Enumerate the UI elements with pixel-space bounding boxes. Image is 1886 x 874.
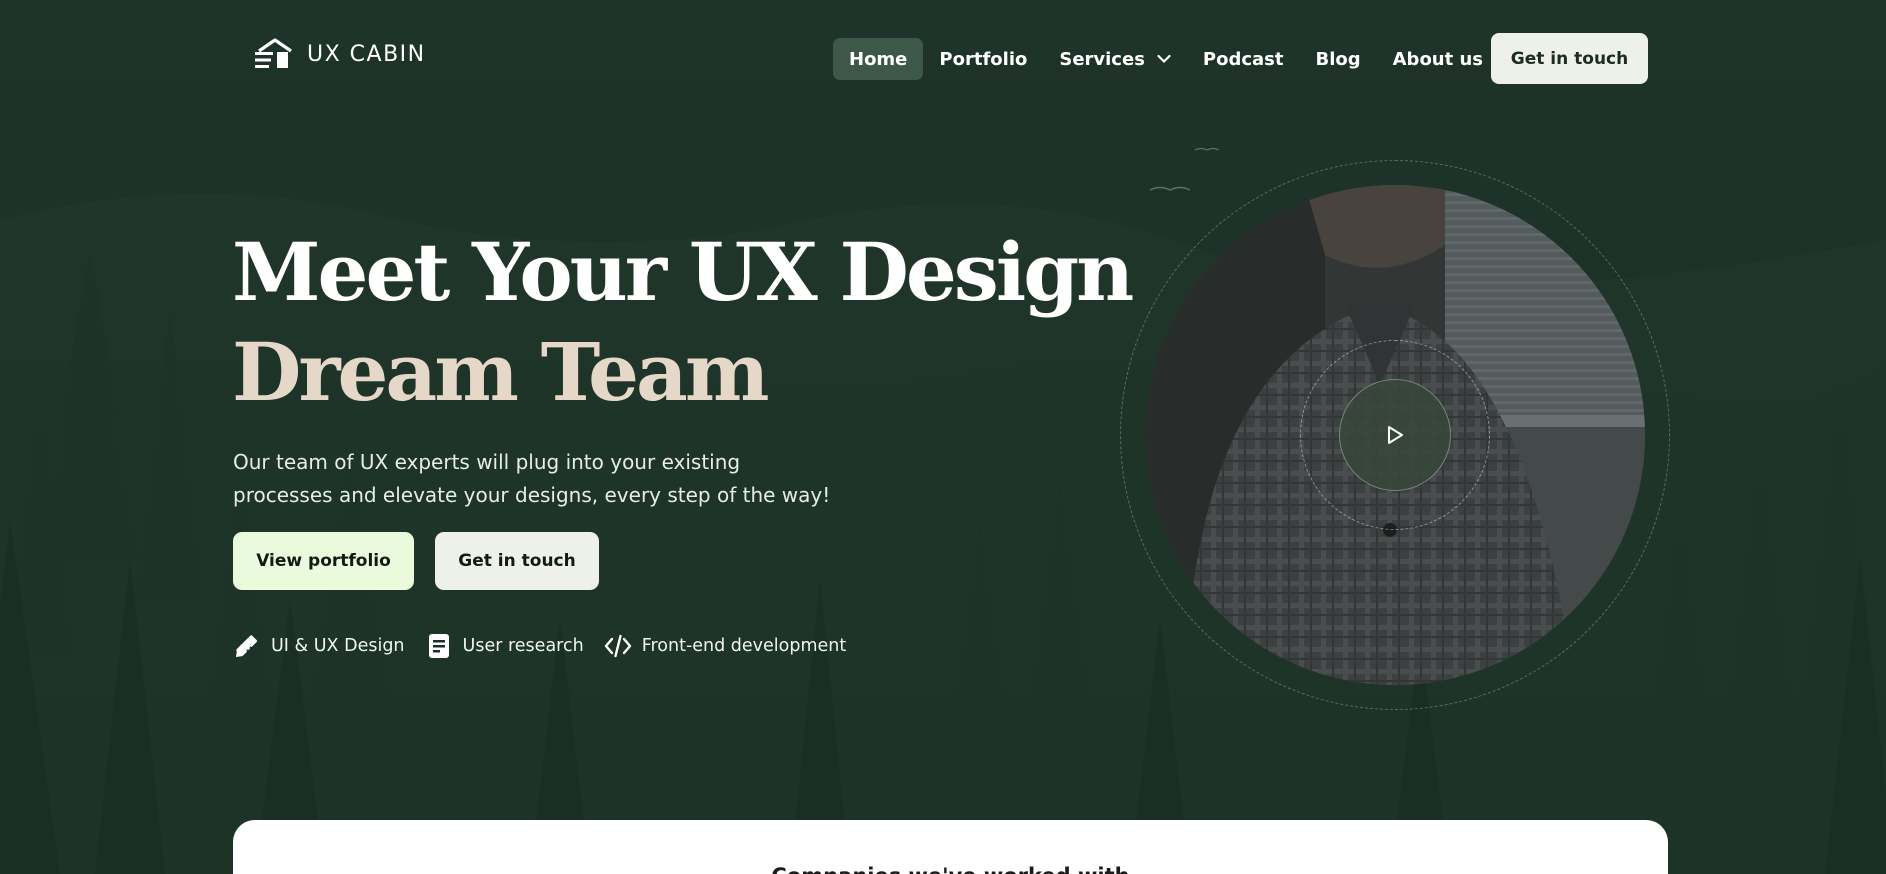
feature-label: UI & UX Design — [271, 636, 405, 656]
feature-ui-ux-design: UI & UX Design — [233, 632, 405, 660]
feature-label: User research — [462, 636, 584, 656]
pencil-ruler-icon — [236, 635, 257, 657]
nav-get-in-touch-button[interactable]: Get in touch — [1491, 33, 1648, 84]
cabin-logo-icon — [255, 38, 292, 68]
nav-item-services[interactable]: Services — [1043, 38, 1187, 80]
hero-subtitle: Our team of UX experts will plug into yo… — [233, 450, 831, 507]
intro-video — [1120, 160, 1670, 710]
nav-item-about-us[interactable]: About us — [1377, 38, 1499, 80]
nav-item-home[interactable]: Home — [833, 38, 924, 80]
feature-user-research: User research — [425, 632, 584, 660]
document-icon — [428, 634, 449, 658]
hero-get-in-touch-button[interactable]: Get in touch — [435, 532, 599, 590]
play-icon — [1388, 426, 1403, 444]
view-portfolio-button[interactable]: View portfolio — [233, 532, 414, 590]
hero-headline-line2: Dream Team — [232, 325, 770, 419]
brand-logo[interactable]: UX CABIN — [253, 38, 426, 70]
companies-title: Companies we've worked with — [233, 864, 1668, 874]
top-navigation: UX CABIN Home Portfolio Services Podcast… — [0, 0, 1886, 118]
hero-headline-line1: Meet Your UX Design — [232, 225, 1134, 319]
companies-section: Companies we've worked with — [233, 820, 1668, 874]
nav-item-services-label: Services — [1059, 48, 1145, 70]
nav-item-blog[interactable]: Blog — [1299, 38, 1376, 80]
service-features: UI & UX Design User research Front-end d… — [233, 632, 866, 660]
feature-label: Front-end development — [641, 636, 847, 656]
feature-front-end-development: Front-end development — [604, 632, 847, 660]
chevron-down-icon — [1157, 54, 1171, 64]
hero-headline: Meet Your UX Design Dream Team — [232, 222, 1134, 422]
code-icon — [604, 634, 631, 658]
nav-item-portfolio[interactable]: Portfolio — [923, 38, 1043, 80]
play-video-button[interactable] — [1339, 379, 1451, 491]
nav-item-podcast[interactable]: Podcast — [1187, 38, 1300, 80]
main-menu: Home Portfolio Services Podcast Blog Abo… — [833, 38, 1499, 80]
brand-name: UX CABIN — [307, 41, 426, 67]
